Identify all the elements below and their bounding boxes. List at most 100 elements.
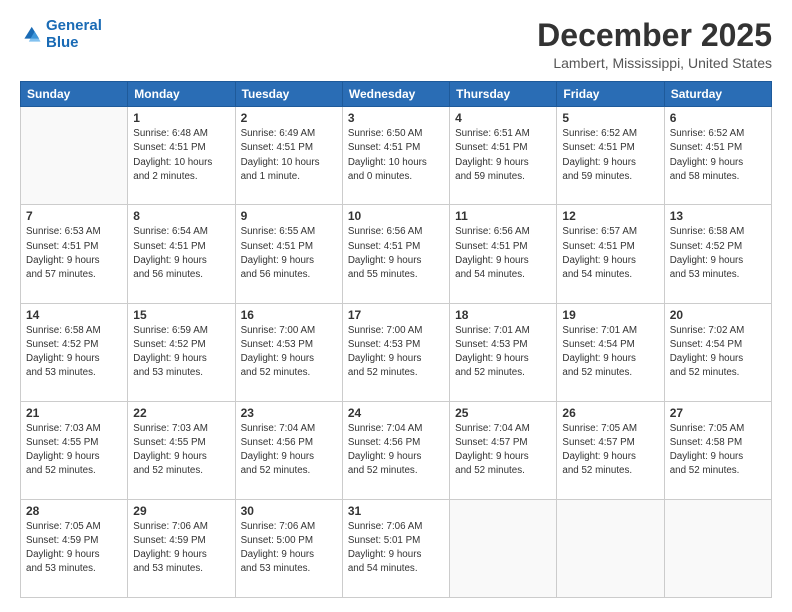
- title-block: December 2025 Lambert, Mississippi, Unit…: [537, 18, 772, 71]
- calendar-cell: [664, 499, 771, 597]
- calendar-cell: 15Sunrise: 6:59 AM Sunset: 4:52 PM Dayli…: [128, 303, 235, 401]
- day-info: Sunrise: 6:58 AM Sunset: 4:52 PM Dayligh…: [670, 225, 766, 282]
- calendar-cell: 3 Sunrise: 6:50 AM Sunset: 4:51 PM Daylig…: [342, 107, 449, 205]
- main-title: December 2025: [537, 18, 772, 53]
- day-info: Sunrise: 6:51 AM Sunset: 4:51 PM Dayligh…: [455, 127, 551, 184]
- calendar-cell: 22Sunrise: 7:03 AM Sunset: 4:55 PM Dayli…: [128, 401, 235, 499]
- day-info: Sunrise: 7:02 AM Sunset: 4:54 PM Dayligh…: [670, 324, 766, 381]
- day-number: 5: [562, 111, 658, 125]
- calendar-cell: 14 Sunrise: 6:58 AM Sunset: 4:52 PM Dayli…: [21, 303, 128, 401]
- day-number: 12: [562, 209, 658, 223]
- calendar-cell: 19 Sunrise: 7:01 AM Sunset: 4:54 PM Dayli…: [557, 303, 664, 401]
- calendar-cell: 28 Sunrise: 7:05 AM Sunset: 4:59 PM Dayli…: [21, 499, 128, 597]
- calendar-row: 14 Sunrise: 6:58 AM Sunset: 4:52 PM Dayli…: [21, 303, 772, 401]
- day-number: 30: [241, 504, 337, 518]
- day-number: 16: [241, 308, 337, 322]
- day-info: Sunrise: 6:59 AM Sunset: 4:52 PM Dayligh…: [133, 324, 229, 381]
- day-number: 11: [455, 209, 551, 223]
- day-info: Sunrise: 6:49 AM Sunset: 4:51 PM Dayligh…: [241, 127, 337, 184]
- calendar-cell: 10Sunrise: 6:56 AM Sunset: 4:51 PM Dayli…: [342, 205, 449, 303]
- calendar-cell: 12 Sunrise: 6:57 AM Sunset: 4:51 PM Dayli…: [557, 205, 664, 303]
- weekday-header-wednesday: Wednesday: [342, 82, 449, 107]
- calendar-cell: 27Sunrise: 7:05 AM Sunset: 4:58 PM Dayli…: [664, 401, 771, 499]
- weekday-header-row: SundayMondayTuesdayWednesdayThursdayFrid…: [21, 82, 772, 107]
- day-info: Sunrise: 6:56 AM Sunset: 4:51 PM Dayligh…: [348, 225, 444, 282]
- logo-line1: General: [46, 17, 102, 34]
- logo: General Blue: [20, 18, 102, 51]
- day-info: Sunrise: 7:06 AM Sunset: 5:00 PM Dayligh…: [241, 520, 337, 577]
- calendar-row: 1Sunrise: 6:48 AM Sunset: 4:51 PM Daylig…: [21, 107, 772, 205]
- day-number: 17: [348, 308, 444, 322]
- calendar-table: SundayMondayTuesdayWednesdayThursdayFrid…: [20, 81, 772, 598]
- day-info: Sunrise: 7:05 AM Sunset: 4:59 PM Dayligh…: [26, 520, 122, 577]
- calendar-cell: 8 Sunrise: 6:54 AM Sunset: 4:51 PM Daylig…: [128, 205, 235, 303]
- day-info: Sunrise: 7:05 AM Sunset: 4:57 PM Dayligh…: [562, 422, 658, 479]
- day-info: Sunrise: 7:00 AM Sunset: 4:53 PM Dayligh…: [241, 324, 337, 381]
- day-info: Sunrise: 6:54 AM Sunset: 4:51 PM Dayligh…: [133, 225, 229, 282]
- day-info: Sunrise: 7:04 AM Sunset: 4:56 PM Dayligh…: [241, 422, 337, 479]
- calendar-cell: 2 Sunrise: 6:49 AM Sunset: 4:51 PM Daylig…: [235, 107, 342, 205]
- day-number: 22: [133, 406, 229, 420]
- page: General Blue December 2025 Lambert, Miss…: [0, 0, 792, 612]
- calendar-cell: 18 Sunrise: 7:01 AM Sunset: 4:53 PM Dayli…: [450, 303, 557, 401]
- calendar-row: 7Sunrise: 6:53 AM Sunset: 4:51 PM Daylig…: [21, 205, 772, 303]
- calendar-cell: 23 Sunrise: 7:04 AM Sunset: 4:56 PM Dayli…: [235, 401, 342, 499]
- day-number: 29: [133, 504, 229, 518]
- day-info: Sunrise: 6:58 AM Sunset: 4:52 PM Dayligh…: [26, 324, 122, 381]
- day-number: 4: [455, 111, 551, 125]
- day-number: 31: [348, 504, 444, 518]
- calendar-cell: 6Sunrise: 6:52 AM Sunset: 4:51 PM Daylig…: [664, 107, 771, 205]
- calendar-row: 21Sunrise: 7:03 AM Sunset: 4:55 PM Dayli…: [21, 401, 772, 499]
- logo-text: General Blue: [46, 18, 102, 51]
- day-info: Sunrise: 6:50 AM Sunset: 4:51 PM Dayligh…: [348, 127, 444, 184]
- day-number: 28: [26, 504, 122, 518]
- day-info: Sunrise: 7:06 AM Sunset: 4:59 PM Dayligh…: [133, 520, 229, 577]
- calendar-cell: 20 Sunrise: 7:02 AM Sunset: 4:54 PM Dayli…: [664, 303, 771, 401]
- calendar-cell: 4 Sunrise: 6:51 AM Sunset: 4:51 PM Daylig…: [450, 107, 557, 205]
- day-number: 26: [562, 406, 658, 420]
- calendar-cell: 29 Sunrise: 7:06 AM Sunset: 4:59 PM Dayli…: [128, 499, 235, 597]
- weekday-header-monday: Monday: [128, 82, 235, 107]
- day-number: 23: [241, 406, 337, 420]
- subtitle: Lambert, Mississippi, United States: [537, 55, 772, 71]
- day-number: 14: [26, 308, 122, 322]
- day-info: Sunrise: 7:03 AM Sunset: 4:55 PM Dayligh…: [26, 422, 122, 479]
- day-number: 18: [455, 308, 551, 322]
- weekday-header-sunday: Sunday: [21, 82, 128, 107]
- calendar-cell: 1Sunrise: 6:48 AM Sunset: 4:51 PM Daylig…: [128, 107, 235, 205]
- logo-icon: [20, 24, 42, 46]
- day-number: 8: [133, 209, 229, 223]
- weekday-header-saturday: Saturday: [664, 82, 771, 107]
- day-info: Sunrise: 7:01 AM Sunset: 4:53 PM Dayligh…: [455, 324, 551, 381]
- calendar-cell: 21Sunrise: 7:03 AM Sunset: 4:55 PM Dayli…: [21, 401, 128, 499]
- day-info: Sunrise: 7:05 AM Sunset: 4:58 PM Dayligh…: [670, 422, 766, 479]
- day-info: Sunrise: 7:04 AM Sunset: 4:56 PM Dayligh…: [348, 422, 444, 479]
- calendar-cell: 24Sunrise: 7:04 AM Sunset: 4:56 PM Dayli…: [342, 401, 449, 499]
- calendar-row: 28 Sunrise: 7:05 AM Sunset: 4:59 PM Dayli…: [21, 499, 772, 597]
- day-info: Sunrise: 7:00 AM Sunset: 4:53 PM Dayligh…: [348, 324, 444, 381]
- day-number: 20: [670, 308, 766, 322]
- day-info: Sunrise: 6:56 AM Sunset: 4:51 PM Dayligh…: [455, 225, 551, 282]
- calendar-cell: 26 Sunrise: 7:05 AM Sunset: 4:57 PM Dayli…: [557, 401, 664, 499]
- calendar-cell: 25Sunrise: 7:04 AM Sunset: 4:57 PM Dayli…: [450, 401, 557, 499]
- weekday-header-thursday: Thursday: [450, 82, 557, 107]
- day-info: Sunrise: 7:01 AM Sunset: 4:54 PM Dayligh…: [562, 324, 658, 381]
- day-info: Sunrise: 6:52 AM Sunset: 4:51 PM Dayligh…: [562, 127, 658, 184]
- day-info: Sunrise: 6:55 AM Sunset: 4:51 PM Dayligh…: [241, 225, 337, 282]
- calendar-cell: 5 Sunrise: 6:52 AM Sunset: 4:51 PM Daylig…: [557, 107, 664, 205]
- calendar-cell: 16 Sunrise: 7:00 AM Sunset: 4:53 PM Dayli…: [235, 303, 342, 401]
- day-info: Sunrise: 6:52 AM Sunset: 4:51 PM Dayligh…: [670, 127, 766, 184]
- calendar-cell: [21, 107, 128, 205]
- weekday-header-friday: Friday: [557, 82, 664, 107]
- day-number: 19: [562, 308, 658, 322]
- day-info: Sunrise: 7:06 AM Sunset: 5:01 PM Dayligh…: [348, 520, 444, 577]
- day-number: 1: [133, 111, 229, 125]
- weekday-header-tuesday: Tuesday: [235, 82, 342, 107]
- header: General Blue December 2025 Lambert, Miss…: [20, 18, 772, 71]
- calendar-cell: 9 Sunrise: 6:55 AM Sunset: 4:51 PM Daylig…: [235, 205, 342, 303]
- day-number: 9: [241, 209, 337, 223]
- calendar-cell: 7Sunrise: 6:53 AM Sunset: 4:51 PM Daylig…: [21, 205, 128, 303]
- day-number: 2: [241, 111, 337, 125]
- day-number: 3: [348, 111, 444, 125]
- day-info: Sunrise: 6:57 AM Sunset: 4:51 PM Dayligh…: [562, 225, 658, 282]
